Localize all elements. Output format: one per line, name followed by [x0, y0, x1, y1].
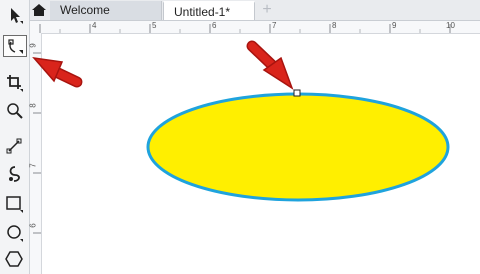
- node-handle[interactable]: [293, 89, 301, 97]
- annotation-arrow-node: [246, 40, 294, 90]
- annotation-arrow-tool: [32, 56, 83, 88]
- yellow-ellipse[interactable]: [146, 92, 450, 202]
- drawing-overlay: [32, 40, 450, 202]
